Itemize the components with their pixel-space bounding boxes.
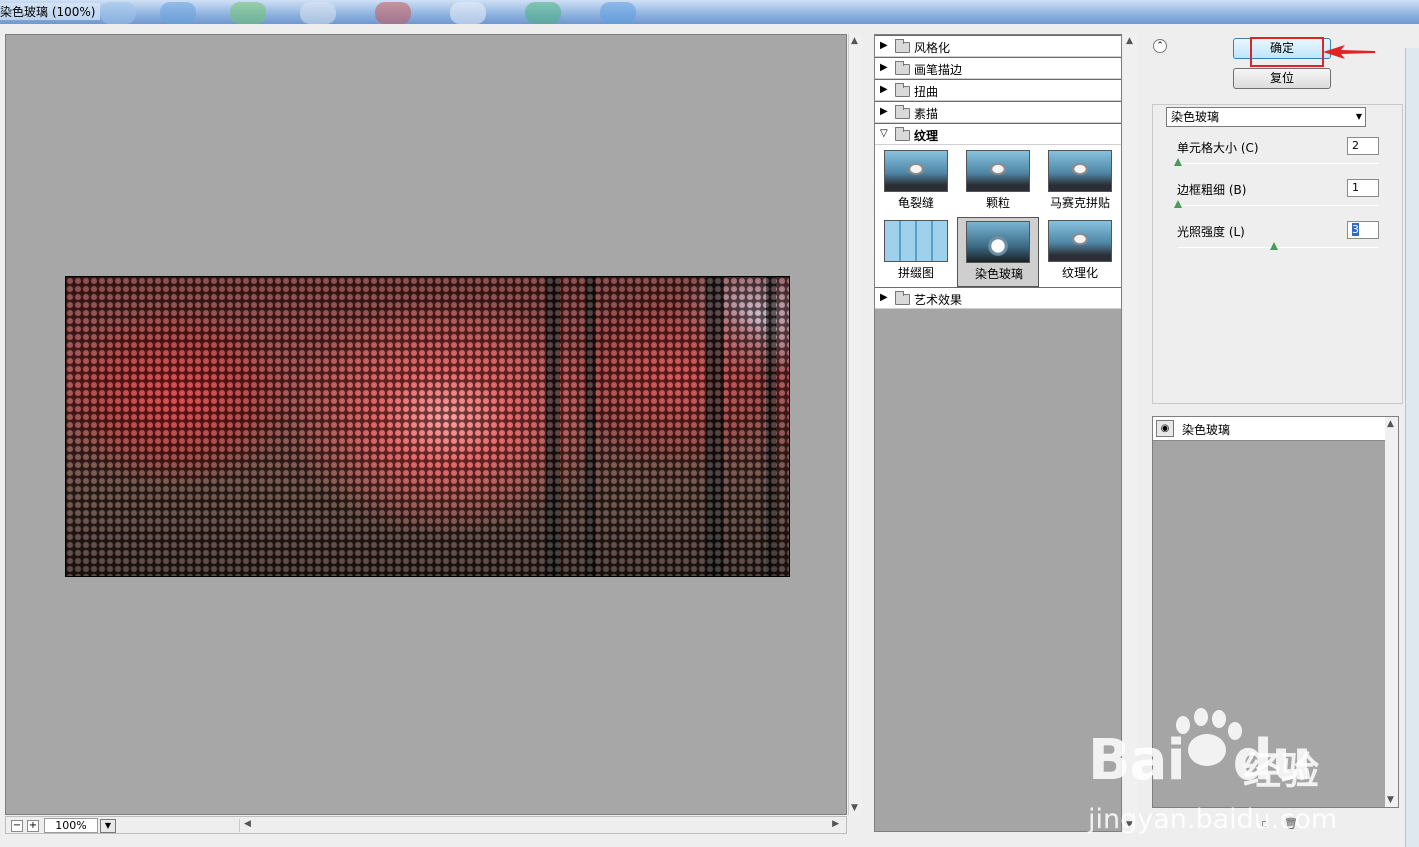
light-intensity-field[interactable]: 3: [1347, 221, 1379, 239]
collapse-triangle-icon: ▽: [880, 128, 888, 139]
border-thickness-slider[interactable]: [1177, 205, 1379, 206]
zoom-level-field[interactable]: 100%: [44, 818, 98, 833]
scroll-right-icon[interactable]: ▶: [832, 819, 839, 829]
expand-triangle-icon: ▶: [880, 40, 888, 51]
thumbnail-image: [884, 150, 948, 192]
light-intensity-slider[interactable]: [1177, 247, 1379, 248]
scroll-up-icon[interactable]: ▲: [1387, 419, 1394, 429]
param-light-intensity: 光照强度 (L) 3: [1177, 221, 1382, 263]
thumbnail-image: [966, 150, 1030, 192]
filter-gallery: ▶ 风格化 ▶ 画笔描边 ▶ 扭曲 ▶ 素描 ▽ 纹理 龟裂缝 颗粒 马赛克拼贴…: [874, 34, 1122, 832]
preview-image: [65, 276, 790, 577]
slider-handle[interactable]: [1174, 200, 1182, 208]
folder-icon: [895, 105, 910, 119]
preview-status-bar: − + 100% ▼ ◀ ▶: [5, 816, 847, 834]
filter-thumb-grain[interactable]: 颗粒: [962, 147, 1042, 215]
preview-vertical-scrollbar[interactable]: ▲ ▼: [848, 34, 862, 815]
slider-handle[interactable]: [1270, 242, 1278, 250]
folder-icon: [895, 39, 910, 53]
expand-triangle-icon: ▶: [880, 292, 888, 303]
param-border-thickness: 边框粗细 (B) 1: [1174, 179, 1382, 221]
category-texture[interactable]: ▽ 纹理: [875, 123, 1121, 145]
category-artistic[interactable]: ▶ 艺术效果: [875, 287, 1121, 309]
filter-select[interactable]: 染色玻璃 ▼: [1166, 107, 1366, 127]
folder-icon: [895, 291, 910, 305]
preview-horizontal-scrollbar[interactable]: ◀ ▶: [239, 819, 843, 832]
border-thickness-field[interactable]: 1: [1347, 179, 1379, 197]
red-arrow-annotation: [1323, 45, 1375, 59]
scroll-down-icon[interactable]: ▼: [851, 803, 858, 813]
thumbnail-image: [1048, 220, 1112, 262]
filter-thumb-craquelure[interactable]: 龟裂缝: [880, 147, 960, 215]
taskbar-ghost-icon: [525, 2, 561, 24]
thumbnail-image: [884, 220, 948, 262]
filter-thumb-stained-glass[interactable]: 染色玻璃: [957, 217, 1039, 287]
folder-icon: [895, 83, 910, 97]
taskbar-ghost-icon: [375, 2, 411, 24]
zoom-in-button[interactable]: +: [27, 820, 39, 832]
effect-layer-row[interactable]: ◉ 染色玻璃: [1153, 417, 1385, 441]
zoom-out-button[interactable]: −: [11, 820, 23, 832]
taskbar-ghost-icon: [160, 2, 196, 24]
expand-triangle-icon: ▶: [880, 62, 888, 73]
expand-triangle-icon: ▶: [880, 106, 888, 117]
category-distort[interactable]: ▶ 扭曲: [875, 79, 1121, 101]
taskbar-ghost-icon: [230, 2, 266, 24]
layers-scrollbar[interactable]: ▲ ▼: [1385, 417, 1398, 807]
taskbar-ghost-icon: [300, 2, 336, 24]
filter-thumb-mosaic-tiles[interactable]: 马赛克拼贴: [1044, 147, 1124, 215]
scroll-left-icon[interactable]: ◀: [244, 819, 251, 829]
cell-size-field[interactable]: 2: [1347, 137, 1379, 155]
folder-open-icon: [895, 127, 910, 141]
filter-settings-panel: 染色玻璃 ▼ 单元格大小 (C) 2 边框粗细 (B) 1 光照强度 (L) 3: [1152, 104, 1403, 404]
cell-size-slider[interactable]: [1177, 163, 1379, 164]
dropdown-arrow-icon: ▼: [1355, 112, 1362, 121]
filter-thumb-patchwork[interactable]: 拼缀图: [880, 217, 960, 285]
taskbar-ghost-icon: [450, 2, 486, 24]
title-bar: 染色玻璃 (100%): [0, 0, 1419, 24]
slider-handle[interactable]: [1174, 158, 1182, 166]
taskbar-ghost-icon: [600, 2, 636, 24]
expand-triangle-icon: ▶: [880, 84, 888, 95]
category-sketch[interactable]: ▶ 素描: [875, 101, 1121, 123]
scroll-down-icon[interactable]: ▼: [1387, 795, 1394, 805]
scroll-up-icon[interactable]: ▲: [851, 36, 858, 46]
window-edge: [1405, 48, 1419, 847]
param-cell-size: 单元格大小 (C) 2: [1174, 137, 1382, 179]
zoom-dropdown-button[interactable]: ▼: [100, 819, 116, 833]
category-brush-strokes[interactable]: ▶ 画笔描边: [875, 57, 1121, 79]
window-title: 染色玻璃 (100%): [0, 3, 100, 20]
collapse-gallery-icon[interactable]: ⌃: [1153, 39, 1167, 53]
filter-gallery-dialog: ▲ ▼ − + 100% ▼ ◀ ▶ ▶ 风格化 ▶ 画笔描边 ▶ 扭曲 ▶ 素…: [0, 24, 1419, 847]
baidu-watermark: Bai du 经验 jingyan.baidu.com: [1088, 700, 1348, 847]
folder-icon: [895, 61, 910, 75]
taskbar-ghost-icon: [100, 2, 136, 24]
thumbnail-image: [1048, 150, 1112, 192]
scroll-up-icon[interactable]: ▲: [1126, 36, 1133, 46]
category-stylize[interactable]: ▶ 风格化: [875, 35, 1121, 57]
thumbnail-image: [966, 221, 1030, 263]
eye-icon[interactable]: ◉: [1156, 420, 1174, 437]
reset-button[interactable]: 复位: [1233, 68, 1331, 89]
filter-thumb-texturizer[interactable]: 纹理化: [1044, 217, 1124, 285]
preview-canvas[interactable]: [5, 34, 847, 815]
ok-button[interactable]: 确定: [1233, 38, 1331, 59]
texture-thumbnails: 龟裂缝 颗粒 马赛克拼贴 拼缀图 染色玻璃 纹理化: [875, 145, 1121, 287]
